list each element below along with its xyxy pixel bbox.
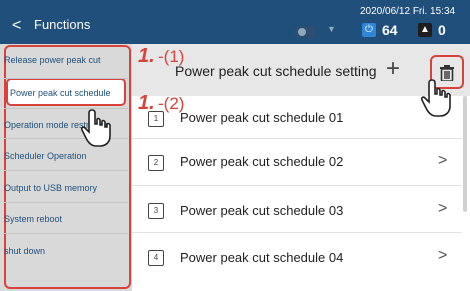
chevron-right-icon[interactable]: > — [438, 152, 447, 170]
toggle-knob — [298, 28, 306, 36]
schedule-label: Power peak cut schedule 01 — [180, 110, 344, 125]
sidebar-item-release-peak-cut[interactable]: Release power peak cut — [4, 55, 128, 65]
sidebar-item-shutdown[interactable]: shut down — [4, 246, 128, 256]
hand-pointer-icon — [420, 79, 451, 117]
hand-pointer-icon — [80, 109, 111, 147]
callout-step-1-number: 1. — [138, 45, 155, 67]
schedule-label: Power peak cut schedule 03 — [180, 203, 344, 218]
back-button[interactable]: < — [12, 18, 21, 34]
sidebar-item-scheduler[interactable]: Scheduler Operation — [4, 151, 128, 161]
warning-icon: ▲ — [418, 23, 432, 37]
sidebar-divider — [4, 170, 128, 171]
schedule-label: Power peak cut schedule 04 — [180, 250, 344, 265]
sidebar-divider — [4, 78, 128, 79]
sidebar-item-reboot[interactable]: System reboot — [4, 214, 128, 224]
page-title: Functions — [34, 17, 91, 32]
content-title: Power peak cut schedule setting — [175, 63, 377, 79]
schedule-label: Power peak cut schedule 02 — [180, 154, 344, 169]
sidebar-divider — [4, 202, 128, 203]
scrollbar[interactable] — [463, 96, 467, 212]
callout-step-2-number: 1. — [138, 92, 155, 114]
callout-step-2-sub: -(2) — [158, 94, 185, 113]
calendar-icon: 2 — [148, 155, 164, 171]
calendar-icon: 4 — [148, 250, 164, 266]
power-icon: ⏻ — [362, 23, 376, 37]
power-count: 64 — [382, 22, 398, 38]
warning-count: 0 — [438, 22, 446, 38]
sidebar-item-peak-cut-schedule[interactable]: Power peak cut schedule — [10, 88, 134, 98]
sidebar-divider — [4, 233, 128, 234]
chevron-down-icon[interactable]: ▼ — [327, 24, 336, 34]
datetime: 2020/06/12 Fri. 15:34 — [360, 6, 456, 17]
callout-step-1-sub: -(1) — [158, 47, 185, 66]
chevron-right-icon[interactable]: > — [438, 247, 447, 265]
add-button[interactable]: + — [386, 55, 400, 83]
sidebar-item-usb-output[interactable]: Output to USB memory — [4, 183, 128, 193]
chevron-right-icon[interactable]: > — [438, 200, 447, 218]
calendar-icon: 3 — [148, 203, 164, 219]
mode-toggle[interactable] — [294, 26, 316, 38]
